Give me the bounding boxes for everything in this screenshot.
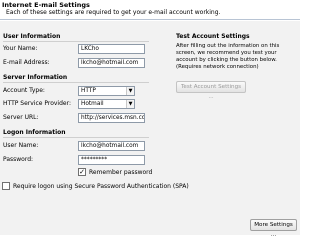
spa-checkbox[interactable] — [2, 182, 10, 190]
spa-label: Require logon using Secure Password Auth… — [13, 183, 189, 190]
password-field[interactable]: ********* — [78, 155, 145, 165]
account-type-label: Account Type: — [3, 87, 45, 94]
username-label: User Name: — [3, 142, 39, 149]
chevron-down-icon[interactable]: ▼ — [126, 87, 134, 95]
account-type-value: HTTP — [81, 88, 96, 94]
email-address-label: E-mail Address: — [3, 59, 50, 66]
test-account-settings-button[interactable]: Test Account Settings ... — [176, 81, 246, 100]
your-name-field[interactable]: LKCho — [78, 44, 145, 54]
chevron-down-icon[interactable]: ▼ — [126, 100, 134, 108]
user-info-heading: User Information — [3, 33, 150, 42]
account-type-select[interactable]: HTTP ▼ — [78, 86, 135, 96]
username-field[interactable]: lkcho@hotmail.com — [78, 141, 145, 151]
test-account-heading: Test Account Settings — [176, 33, 250, 40]
page-subtitle: Each of these settings are required to g… — [6, 9, 221, 16]
remember-password-checkbox[interactable]: ✓ — [78, 168, 86, 176]
server-url-label: Server URL: — [3, 114, 39, 121]
server-url-field[interactable]: http://services.msn.com/svcs/hotmail — [78, 113, 145, 123]
test-account-description: After filling out the information on thi… — [176, 43, 280, 70]
your-name-label: Your Name: — [3, 45, 38, 52]
email-address-field[interactable]: lkcho@hotmail.com — [78, 58, 145, 68]
http-provider-label: HTTP Service Provider: — [3, 100, 71, 107]
header: Internet E-mail Settings Each of these s… — [0, 0, 300, 20]
http-provider-value: Hotmail — [81, 101, 104, 107]
remember-password-label: Remember password — [89, 169, 153, 176]
http-provider-select[interactable]: Hotmail ▼ — [78, 99, 135, 109]
page-title: Internet E-mail Settings — [2, 1, 90, 9]
settings-body: User Information Your Name: LKCho E-mail… — [0, 21, 300, 238]
server-info-heading: Server Information — [3, 74, 150, 83]
logon-info-heading: Logon Information — [3, 129, 148, 138]
more-settings-button[interactable]: More Settings ... — [250, 219, 297, 238]
email-settings-dialog: Internet E-mail Settings Each of these s… — [0, 0, 300, 238]
password-label: Password: — [3, 156, 34, 163]
